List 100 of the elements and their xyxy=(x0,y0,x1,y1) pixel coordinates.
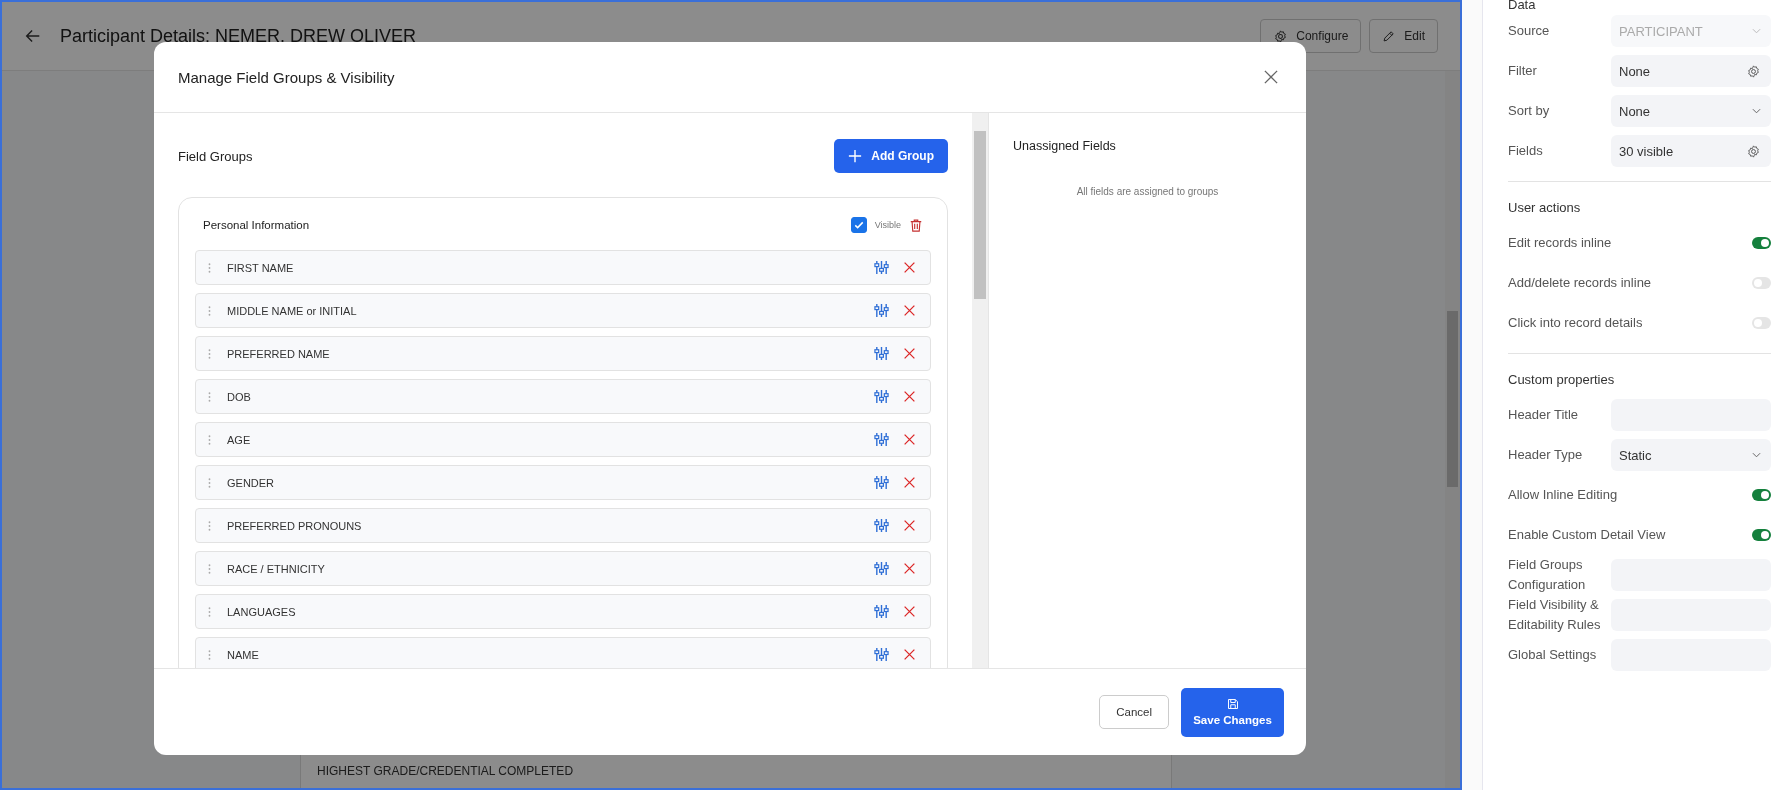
remove-icon[interactable] xyxy=(903,390,916,403)
drag-handle-icon[interactable] xyxy=(208,648,211,661)
remove-icon[interactable] xyxy=(903,347,916,360)
field-label: HIGHEST GRADE/CREDENTIAL COMPLETED xyxy=(316,764,575,780)
property-label: Filter xyxy=(1508,62,1538,80)
settings-field[interactable]: None xyxy=(1611,55,1771,87)
section-heading: User actions xyxy=(1508,200,1582,215)
section-heading: Data xyxy=(1508,0,1537,9)
drag-handle-icon[interactable] xyxy=(208,519,211,532)
modal-title: Manage Field Groups & Visibility xyxy=(178,68,395,86)
drag-handle-icon[interactable] xyxy=(208,562,211,575)
property-label: Header Title xyxy=(1508,406,1580,424)
field-row[interactable]: MIDDLE NAME or INITIAL xyxy=(195,293,931,328)
drag-handle-icon[interactable] xyxy=(208,261,211,274)
sliders-icon[interactable] xyxy=(874,389,889,404)
field-row[interactable]: FIRST NAME xyxy=(195,250,931,285)
save-changes-button[interactable]: Save Changes xyxy=(1181,687,1284,737)
remove-icon[interactable] xyxy=(903,605,916,618)
section-heading: Unassigned Fields xyxy=(1013,139,1117,153)
pencil-icon xyxy=(1382,29,1397,43)
property-label: Sort by xyxy=(1508,102,1551,120)
section-heading: Custom properties xyxy=(1508,372,1616,387)
toggle-switch[interactable] xyxy=(1752,529,1771,541)
toggle-switch[interactable] xyxy=(1752,489,1771,501)
field-name: PREFERRED NAME xyxy=(227,347,331,360)
close-icon[interactable] xyxy=(1264,70,1278,84)
property-label: Field Visibility & Editability Rules xyxy=(1508,596,1602,634)
field-row[interactable]: NAME xyxy=(195,637,931,668)
field-name: PREFERRED PRONOUNS xyxy=(227,519,363,532)
dropdown[interactable]: Static xyxy=(1611,439,1771,471)
empty-message: All fields are assigned to groups xyxy=(1075,186,1220,197)
sliders-icon[interactable] xyxy=(874,604,889,619)
settings-field[interactable]: 30 visible xyxy=(1611,135,1771,167)
scrollbar[interactable] xyxy=(1445,71,1460,788)
chevron-down-icon xyxy=(1752,108,1761,114)
field-name: NAME xyxy=(227,648,260,661)
field-name: GENDER xyxy=(227,476,276,489)
toggle-switch[interactable] xyxy=(1752,277,1771,289)
checkmark-icon xyxy=(852,219,865,231)
property-label: Allow Inline Editing xyxy=(1508,486,1619,504)
sliders-icon[interactable] xyxy=(874,561,889,576)
settings-icon xyxy=(1746,143,1761,159)
sliders-icon[interactable] xyxy=(874,475,889,490)
remove-icon[interactable] xyxy=(903,433,916,446)
drag-handle-icon[interactable] xyxy=(208,476,211,489)
visible-label: Visible xyxy=(874,220,901,230)
field-name: DOB xyxy=(227,390,252,403)
remove-icon[interactable] xyxy=(903,648,916,661)
drag-handle-icon[interactable] xyxy=(208,347,211,360)
drag-handle-icon[interactable] xyxy=(208,433,211,446)
drag-handle-icon[interactable] xyxy=(208,304,211,317)
settings-icon xyxy=(1273,28,1289,44)
remove-icon[interactable] xyxy=(903,304,916,317)
property-label: Enable Custom Detail View xyxy=(1508,526,1667,544)
field-row[interactable]: DOB xyxy=(195,379,931,414)
field-row[interactable]: RACE / ETHNICITY xyxy=(195,551,931,586)
checkbox[interactable] xyxy=(850,217,867,233)
drag-handle-icon[interactable] xyxy=(208,605,211,618)
toggle-switch[interactable] xyxy=(1752,317,1771,329)
remove-icon[interactable] xyxy=(903,519,916,532)
sliders-icon[interactable] xyxy=(874,303,889,318)
remove-icon[interactable] xyxy=(903,562,916,575)
group-name: Personal Information xyxy=(203,219,310,231)
settings-icon xyxy=(1746,63,1761,79)
sliders-icon[interactable] xyxy=(874,647,889,662)
property-label: Edit records inline xyxy=(1508,234,1613,252)
page-title: Participant Details: NEMER. DREW OLIVER xyxy=(60,25,417,47)
property-label: Global Settings xyxy=(1508,646,1598,664)
field-name: FIRST NAME xyxy=(227,261,295,274)
sliders-icon[interactable] xyxy=(874,518,889,533)
toggle-switch[interactable] xyxy=(1752,237,1771,249)
cancel-button[interactable]: Cancel xyxy=(1099,695,1169,729)
sliders-icon[interactable] xyxy=(874,260,889,275)
field-row[interactable]: PREFERRED PRONOUNS xyxy=(195,508,931,543)
section-heading: Field Groups xyxy=(178,148,253,164)
back-arrow-icon[interactable] xyxy=(24,27,42,45)
field-row[interactable]: LANGUAGES xyxy=(195,594,931,629)
dropdown[interactable]: None xyxy=(1611,95,1771,127)
field-row[interactable]: AGE xyxy=(195,422,931,457)
field-name: LANGUAGES xyxy=(227,605,297,618)
sliders-icon[interactable] xyxy=(874,432,889,447)
remove-icon[interactable] xyxy=(903,476,916,489)
remove-icon[interactable] xyxy=(903,261,916,274)
field-name: MIDDLE NAME or INITIAL xyxy=(227,304,358,317)
field-row[interactable]: GENDER xyxy=(195,465,931,500)
plus-icon xyxy=(848,149,863,163)
chevron-down-icon xyxy=(1752,28,1761,34)
property-label: Fields xyxy=(1508,142,1544,160)
delete-icon[interactable] xyxy=(909,217,923,233)
field-name: AGE xyxy=(227,433,252,446)
drag-handle-icon[interactable] xyxy=(208,390,211,403)
property-label: Source xyxy=(1508,22,1551,40)
property-label: Field Groups Configuration xyxy=(1508,556,1587,594)
add-group-button[interactable]: Add Group xyxy=(834,139,948,173)
property-label: Header Type xyxy=(1508,446,1584,464)
sliders-icon[interactable] xyxy=(874,346,889,361)
chevron-down-icon xyxy=(1752,452,1761,458)
scrollbar[interactable] xyxy=(972,113,988,668)
field-row[interactable]: PREFERRED NAME xyxy=(195,336,931,371)
edit-button[interactable]: Edit xyxy=(1369,19,1438,53)
